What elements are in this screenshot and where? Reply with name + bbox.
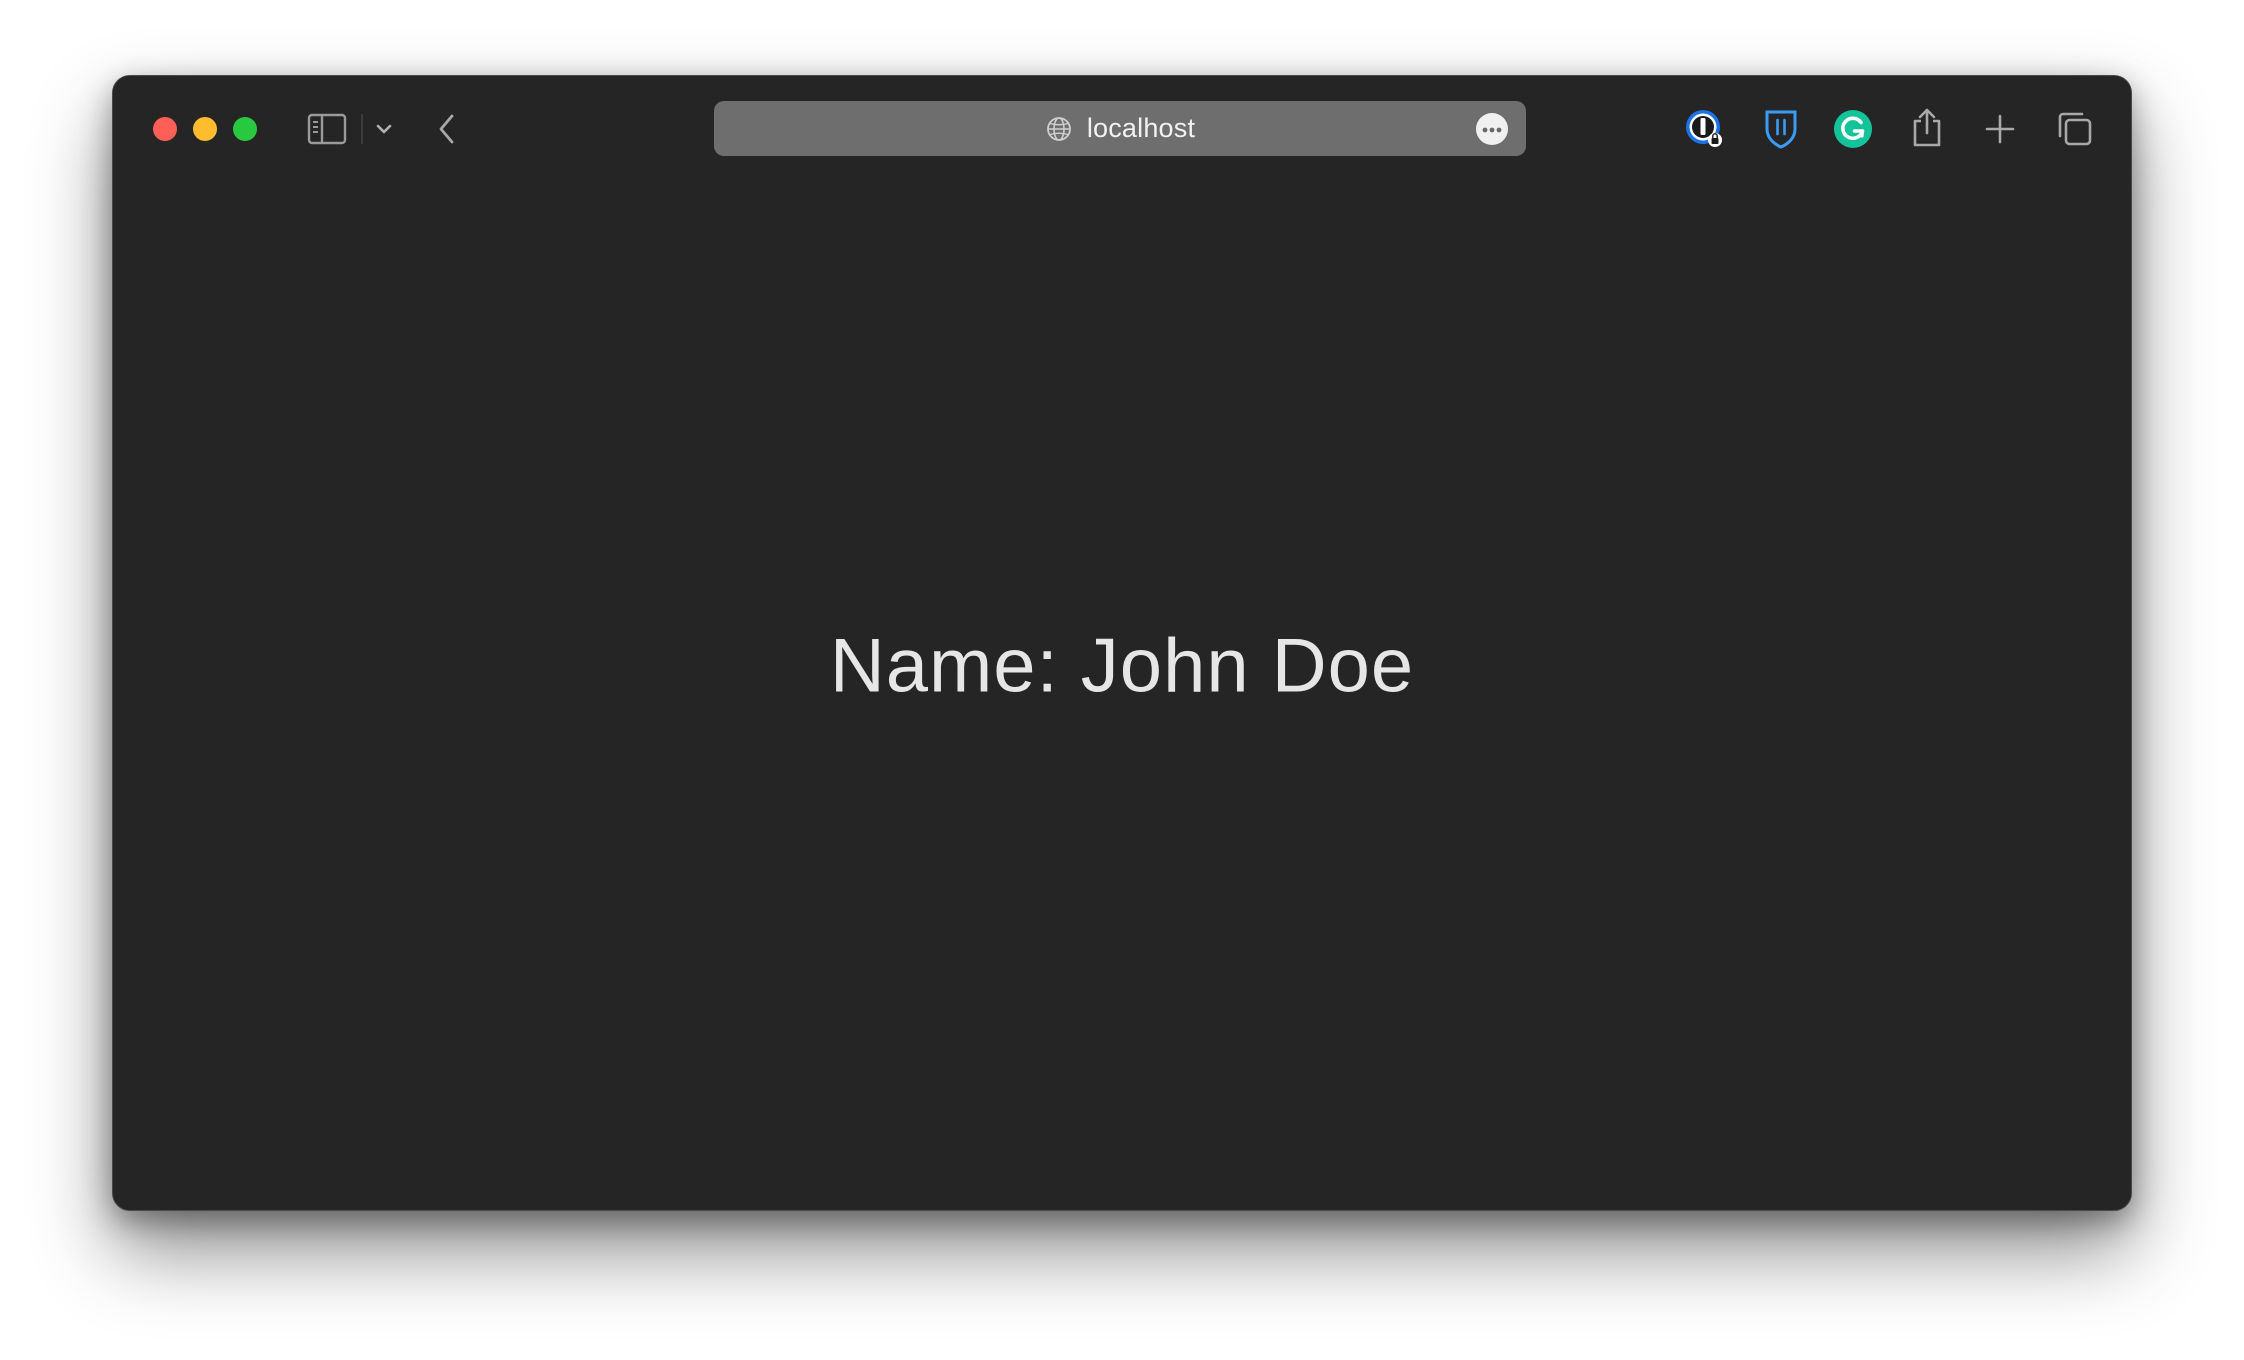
address-bar[interactable]: localhost (714, 101, 1526, 156)
tab-overview-button[interactable] (2053, 107, 2097, 151)
name-text: Name: John Doe (829, 623, 1415, 709)
browser-window: localhost Name: John Doe (112, 75, 2132, 1211)
chevron-down-icon (375, 123, 393, 135)
maximize-window-button[interactable] (233, 117, 257, 141)
plus-icon (1983, 112, 2017, 146)
close-window-button[interactable] (153, 117, 177, 141)
back-button[interactable] (427, 109, 467, 149)
chevron-left-icon (436, 113, 458, 145)
new-tab-button[interactable] (1978, 107, 2022, 151)
tab-group-menu-button[interactable] (369, 114, 399, 144)
page-menu-button[interactable] (1476, 113, 1508, 145)
share-button[interactable] (1905, 105, 1949, 149)
bitwarden-extension-button[interactable] (1759, 107, 1803, 151)
grammarly-extension-button[interactable] (1831, 107, 1875, 151)
browser-toolbar: localhost (113, 76, 2131, 180)
ellipsis-icon (1482, 120, 1502, 138)
sidebar-toggle-button[interactable] (305, 109, 349, 149)
bitwarden-icon (1761, 107, 1801, 151)
1password-extension-button[interactable] (1683, 107, 1727, 151)
1password-icon (1683, 107, 1727, 151)
tabs-icon (2056, 110, 2094, 148)
grammarly-icon (1831, 107, 1875, 151)
page-content: Name: John Doe (113, 180, 2131, 1210)
sidebar-icon (307, 112, 347, 146)
address-url-text: localhost (1086, 113, 1196, 143)
minimize-window-button[interactable] (193, 117, 217, 141)
desktop-background: localhost Name: John Doe (0, 0, 2244, 1360)
share-icon (1909, 106, 1945, 148)
toolbar-divider (361, 114, 363, 144)
globe-icon (1045, 115, 1073, 143)
